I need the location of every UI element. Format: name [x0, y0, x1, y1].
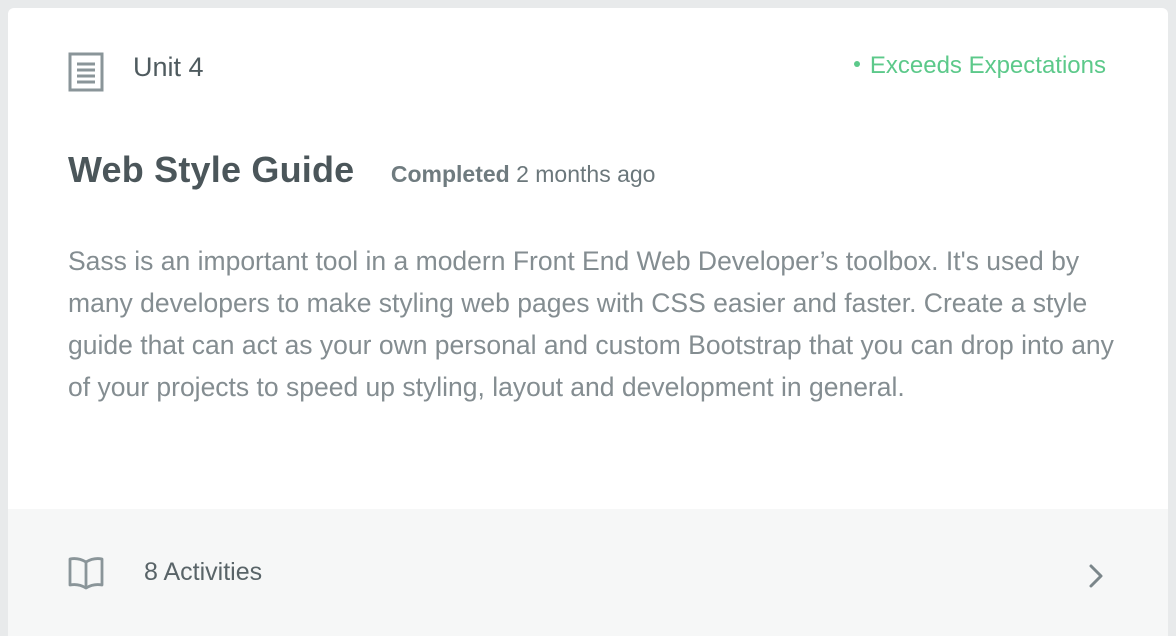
completion-info: Completed 2 months ago [391, 152, 656, 196]
status-badge: Exceeds Expectations [853, 51, 1106, 81]
document-icon [68, 52, 104, 92]
unit-card: Unit 4 Exceeds Expectations Web Style Gu… [8, 8, 1168, 636]
completed-time: 2 months ago [516, 161, 656, 187]
title-row: Web Style Guide Completed 2 months ago [68, 148, 655, 196]
page-title: Web Style Guide [68, 149, 355, 190]
book-icon [68, 557, 104, 590]
unit-label: Unit 4 [133, 52, 204, 82]
chevron-right-icon[interactable] [1086, 561, 1106, 591]
unit-description: Sass is an important tool in a modern Fr… [68, 246, 1114, 402]
completed-label: Completed [390, 161, 510, 187]
status-dot-icon [853, 60, 860, 67]
activities-row[interactable]: 8 Activities [8, 509, 1168, 636]
card-body: Unit 4 Exceeds Expectations Web Style Gu… [8, 8, 1168, 509]
status-text: Exceeds Expectations [869, 52, 1106, 79]
activities-count: 8 Activities [144, 558, 263, 586]
